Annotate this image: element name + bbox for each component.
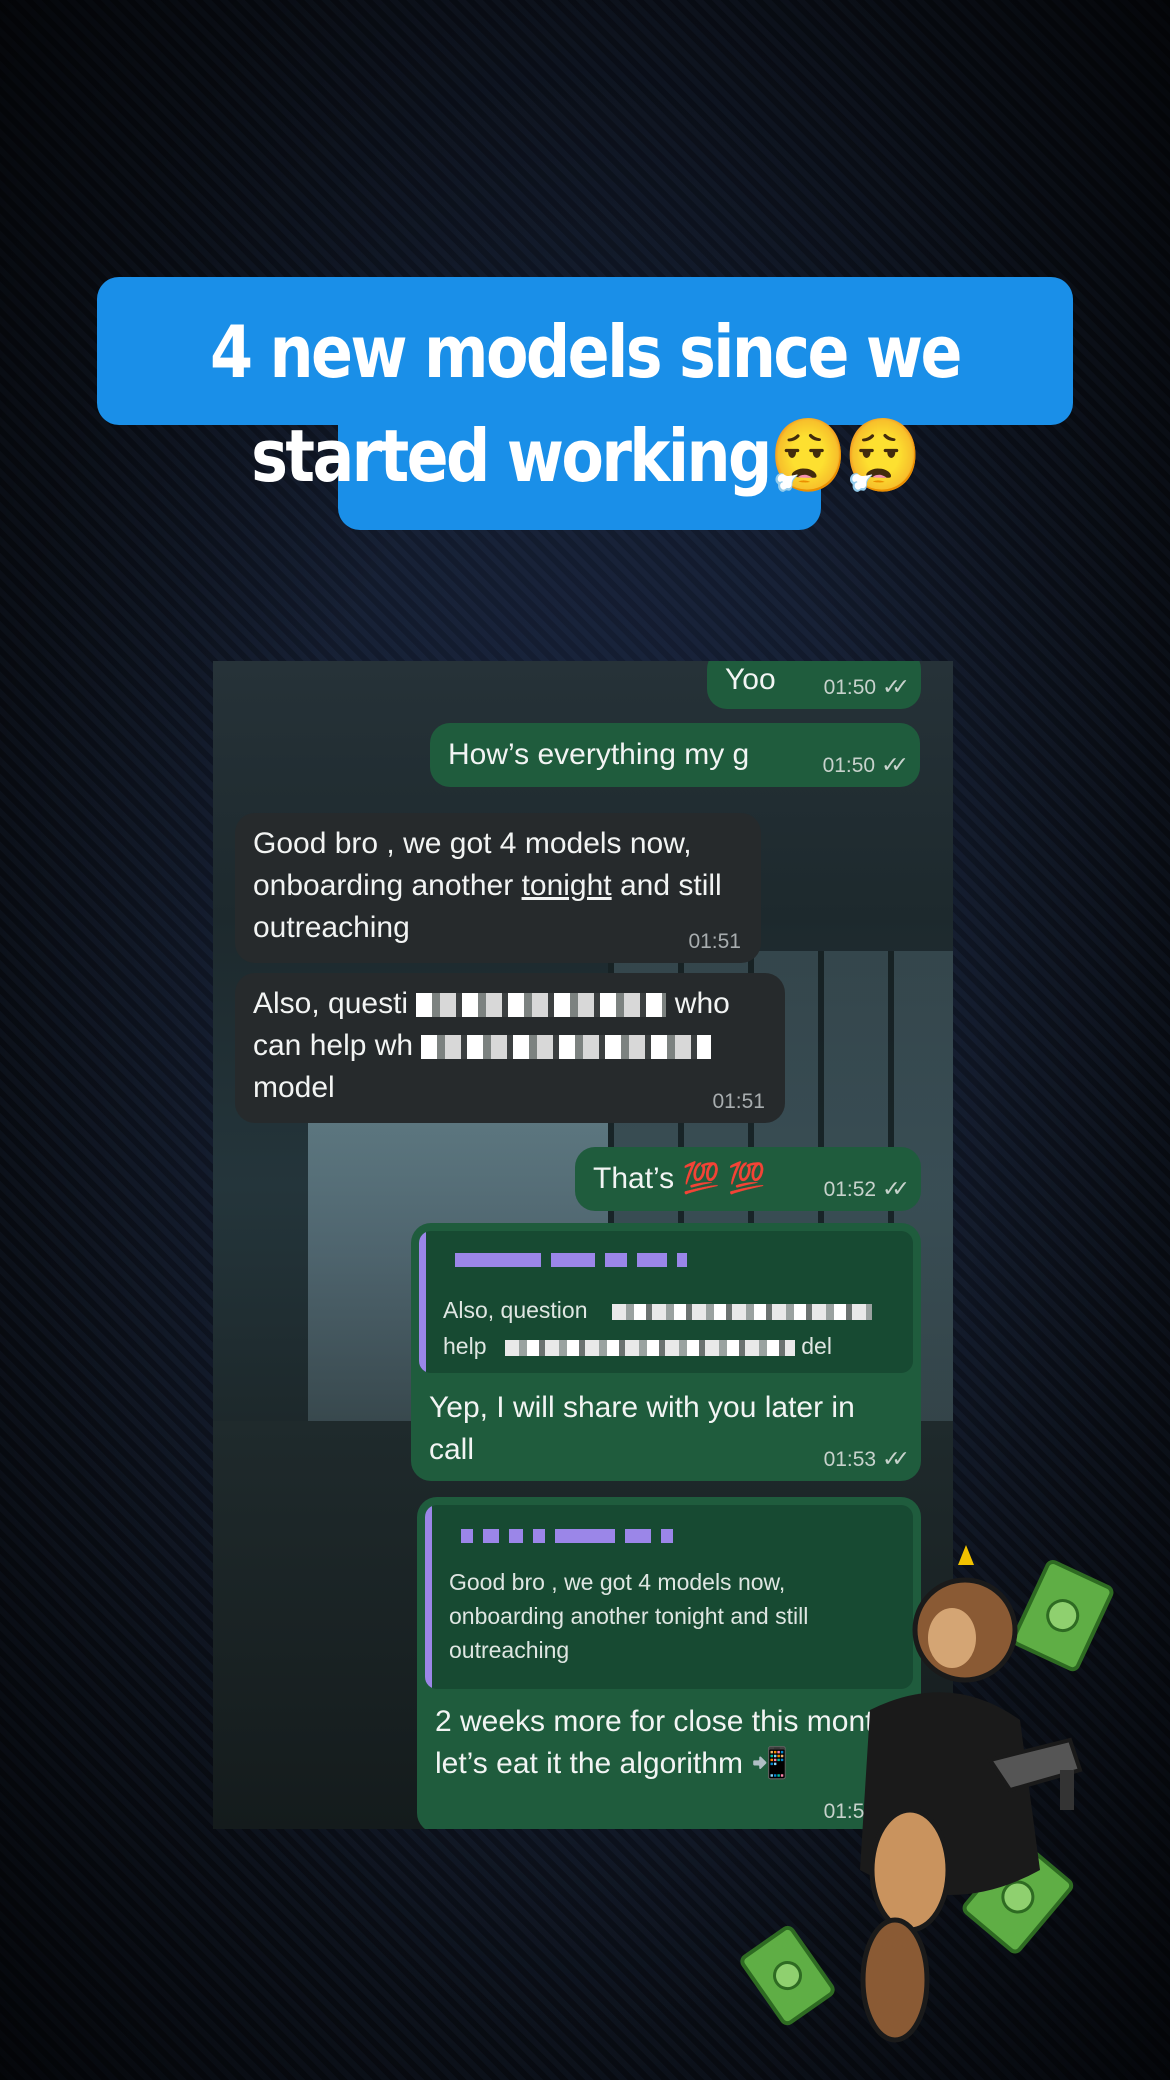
- monkey-money-sticker: [740, 1545, 1114, 2043]
- double-check-icon: ✓✓: [882, 674, 910, 699]
- money-bill-icon: [740, 1925, 835, 2026]
- message-text: Yoo: [725, 663, 776, 696]
- caption-text: 4 new models since we started working😮‍💨…: [210, 310, 963, 498]
- message-time: 01:51: [688, 930, 741, 953]
- quote-accent-bar: [425, 1505, 432, 1689]
- message-time: 01:50: [822, 754, 876, 777]
- link-tonight[interactable]: tonight: [522, 869, 612, 902]
- message-bubble-incoming[interactable]: Also, questi who can help wh model 01:51: [235, 973, 785, 1123]
- money-bill-icon: [1011, 1559, 1114, 1672]
- quoted-message[interactable]: Also, question help del: [419, 1231, 913, 1373]
- message-time: 01:50: [823, 676, 877, 699]
- message-text: How’s everything my g: [448, 738, 750, 771]
- message-bubble-outgoing[interactable]: Yoo 01:50 ✓✓: [707, 661, 921, 709]
- message-bubble-outgoing-reply[interactable]: Also, question help del Yep, I will shar…: [411, 1223, 921, 1481]
- redacted-text: [421, 1035, 712, 1060]
- double-check-icon: ✓✓: [882, 1176, 910, 1201]
- message-time: 01:52: [823, 1178, 877, 1201]
- redacted-text: [416, 993, 667, 1018]
- message-time: 01:51: [712, 1090, 765, 1113]
- quoted-sender-redacted: [455, 1253, 687, 1271]
- message-time: 01:53: [823, 1448, 877, 1471]
- quoted-sender-redacted: [461, 1529, 673, 1547]
- message-text: That’s 💯 💯: [593, 1162, 766, 1195]
- redacted-text: [611, 1303, 872, 1320]
- message-bubble-incoming[interactable]: Good bro , we got 4 models now, onboardi…: [235, 813, 761, 963]
- double-check-icon: ✓✓: [881, 752, 909, 777]
- message-bubble-outgoing[interactable]: That’s 💯 💯 01:52 ✓✓: [575, 1147, 921, 1211]
- redacted-text: [504, 1339, 795, 1356]
- quote-accent-bar: [419, 1231, 426, 1373]
- double-check-icon: ✓✓: [882, 1446, 910, 1471]
- message-bubble-outgoing[interactable]: How’s everything my g 01:50 ✓✓: [430, 723, 920, 787]
- message-text: Good bro , we got 4 models now, onboardi…: [253, 827, 722, 944]
